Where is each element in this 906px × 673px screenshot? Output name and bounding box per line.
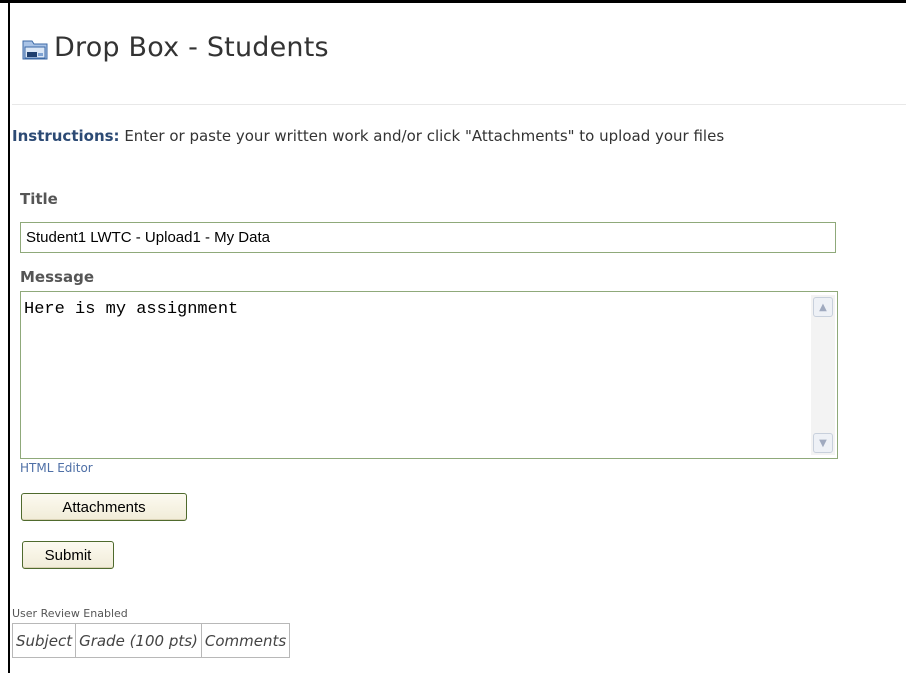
message-textarea-value: Here is my assignment [24,300,239,319]
instructions-body: Enter or paste your written work and/or … [119,127,725,145]
page-header: Drop Box - Students [20,32,329,63]
title-input-value: Student1 LWTC - Upload1 - My Data [26,229,270,246]
user-review-note: User Review Enabled [12,607,128,620]
review-table: Subject Grade (100 pts) Comments [11,623,291,658]
dropbox-folder-icon [20,33,50,63]
attachments-button[interactable]: Attachments [21,493,187,521]
window-top-border [0,0,906,3]
instructions-text: Instructions: Enter or paste your writte… [12,127,906,145]
column-header-comments: Comments [200,623,291,658]
page-title: Drop Box - Students [54,32,329,63]
html-editor-link[interactable]: HTML Editor [20,461,93,475]
submit-button[interactable]: Submit [22,541,114,569]
title-label: Title [20,190,58,208]
review-table-header-row: Subject Grade (100 pts) Comments [11,623,291,658]
window-left-border [8,0,10,673]
header-divider [12,104,906,105]
message-label: Message [20,268,94,286]
title-input[interactable]: Student1 LWTC - Upload1 - My Data [20,222,836,253]
scroll-down-arrow-icon[interactable]: ▼ [813,433,833,453]
instructions-label: Instructions: [12,127,120,145]
column-header-subject: Subject [11,623,77,658]
message-scrollbar[interactable]: ▲ ▼ [811,295,835,455]
message-textarea[interactable]: Here is my assignment ▲ ▼ [20,291,838,459]
scroll-up-arrow-icon[interactable]: ▲ [813,297,833,317]
column-header-grade: Grade (100 pts) [75,623,202,658]
